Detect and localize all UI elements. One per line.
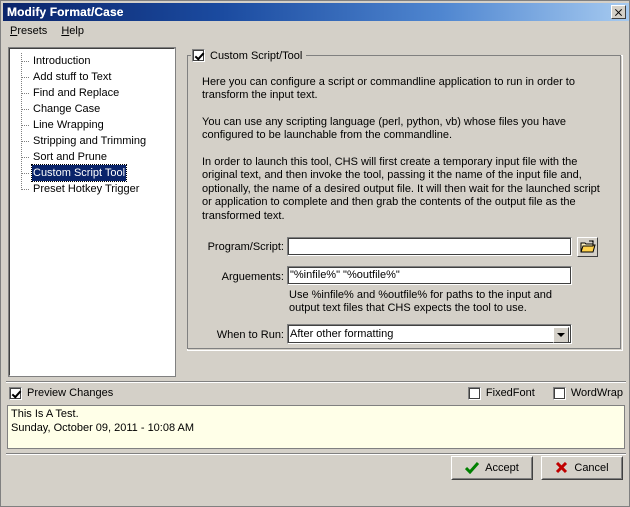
fixed-font-checkbox[interactable]: [467, 386, 481, 400]
close-icon[interactable]: [611, 5, 626, 19]
description-paragraph-2: You can use any scripting language (perl…: [202, 116, 567, 142]
tree-elbow-icon: [22, 61, 29, 62]
category-tree[interactable]: Introduction Add stuff to Text Find and …: [8, 47, 176, 377]
preview-line-1: This Is A Test.: [11, 408, 79, 420]
options-row: Preview Changes FixedFont WordWrap: [9, 385, 623, 401]
cancel-button[interactable]: Cancel: [541, 456, 623, 480]
preview-changes-checkbox[interactable]: [9, 386, 22, 400]
category-tree-inner: Introduction Add stuff to Text Find and …: [10, 49, 174, 197]
preview-changes-label: Preview Changes: [27, 387, 114, 399]
program-script-label: Program/Script:: [207, 241, 284, 253]
tree-elbow-icon: [22, 173, 29, 174]
accept-button[interactable]: Accept: [451, 456, 533, 480]
when-to-run-value: After other formatting: [290, 328, 394, 340]
arguments-label: Arguements:: [221, 271, 284, 283]
tree-item-add-stuff-to-text[interactable]: Add stuff to Text: [10, 69, 174, 85]
tree-item-label: Custom Script Tool: [30, 164, 128, 182]
tree-elbow-icon: [22, 77, 29, 78]
program-script-input[interactable]: [287, 237, 572, 256]
tree-item-label: Preset Hotkey Trigger: [33, 183, 140, 195]
tree-item-find-and-replace[interactable]: Find and Replace: [10, 85, 174, 101]
tree-elbow-icon: [22, 157, 29, 158]
x-icon: [556, 462, 568, 474]
tree-item-label: Change Case: [33, 103, 101, 115]
accept-button-label: Accept: [485, 462, 519, 474]
groupbox-legend-label: Custom Script/Tool: [210, 49, 303, 62]
tree-item-label: Stripping and Trimming: [33, 135, 147, 147]
arguments-hint-text: Use %infile% and %outfile% for paths to …: [289, 289, 552, 315]
title-bar: Modify Format/Case: [3, 3, 629, 21]
window-title: Modify Format/Case: [7, 5, 124, 19]
tree-item-label: Find and Replace: [33, 87, 120, 99]
description-paragraph-1: Here you can configure a script or comma…: [202, 76, 575, 102]
groupbox-legend: Custom Script/Tool: [191, 48, 307, 63]
options-separator: [6, 381, 626, 383]
preview-line-2: Sunday, October 09, 2011 - 10:08 AM: [11, 421, 195, 434]
tree-item-label: Sort and Prune: [33, 151, 107, 163]
tree-elbow-icon: [22, 109, 29, 110]
tree-elbow-icon: [22, 93, 29, 94]
cancel-button-inner: Cancel: [542, 457, 622, 479]
browse-folder-button[interactable]: [577, 237, 598, 257]
chevron-down-icon[interactable]: [553, 327, 569, 343]
menu-item-presets-label: resets: [17, 25, 48, 37]
tree-item-change-case[interactable]: Change Case: [10, 101, 174, 117]
tree-item-stripping-and-trimming[interactable]: Stripping and Trimming: [10, 133, 174, 149]
preview-changes-option[interactable]: Preview Changes: [9, 386, 114, 400]
fixed-font-label: FixedFont: [485, 387, 535, 399]
tree-item-line-wrapping[interactable]: Line Wrapping: [10, 117, 174, 133]
chevron-down-glyph: [557, 333, 565, 337]
tree-item-preset-hotkey-trigger[interactable]: Preset Hotkey Trigger: [10, 181, 174, 197]
check-icon: [465, 462, 480, 474]
tree-item-label: Line Wrapping: [33, 119, 104, 131]
word-wrap-option[interactable]: WordWrap: [552, 386, 623, 400]
when-to-run-select[interactable]: After other formatting: [287, 324, 572, 344]
word-wrap-label: WordWrap: [570, 387, 623, 399]
tree-elbow-icon: [22, 189, 29, 190]
preview-pane[interactable]: This Is A Test. Sunday, October 09, 2011…: [7, 405, 625, 449]
tree-item-custom-script-tool[interactable]: Custom Script Tool: [10, 164, 174, 182]
tree-item-label: Add stuff to Text: [33, 71, 112, 83]
when-to-run-label: When to Run:: [216, 329, 284, 341]
tree-elbow-icon: [22, 125, 29, 126]
menu-item-help-label: elp: [69, 25, 84, 37]
tree-item-introduction[interactable]: Introduction: [10, 53, 174, 69]
tree-item-label: Introduction: [33, 55, 91, 67]
description-paragraph-3: In order to launch this tool, CHS will f…: [202, 156, 600, 222]
word-wrap-checkbox[interactable]: [552, 386, 566, 400]
button-bar-separator: [6, 453, 626, 455]
tree-elbow-icon: [22, 141, 29, 142]
custom-script-tool-checkbox[interactable]: [192, 49, 205, 62]
tree-item-sort-and-prune[interactable]: Sort and Prune: [10, 149, 174, 165]
arguments-input[interactable]: "%infile%" "%outfile%": [287, 266, 572, 285]
fixed-font-option[interactable]: FixedFont: [467, 386, 535, 400]
menu-item-presets[interactable]: Presets: [3, 23, 54, 39]
menu-bar: Presets Help: [3, 22, 629, 40]
modify-format-case-dialog: Modify Format/Case Presets Help Introduc…: [0, 0, 630, 507]
menu-item-help[interactable]: Help: [54, 23, 91, 39]
open-folder-icon: [580, 240, 596, 253]
accept-button-inner: Accept: [452, 457, 532, 479]
cancel-button-label: Cancel: [574, 462, 609, 474]
